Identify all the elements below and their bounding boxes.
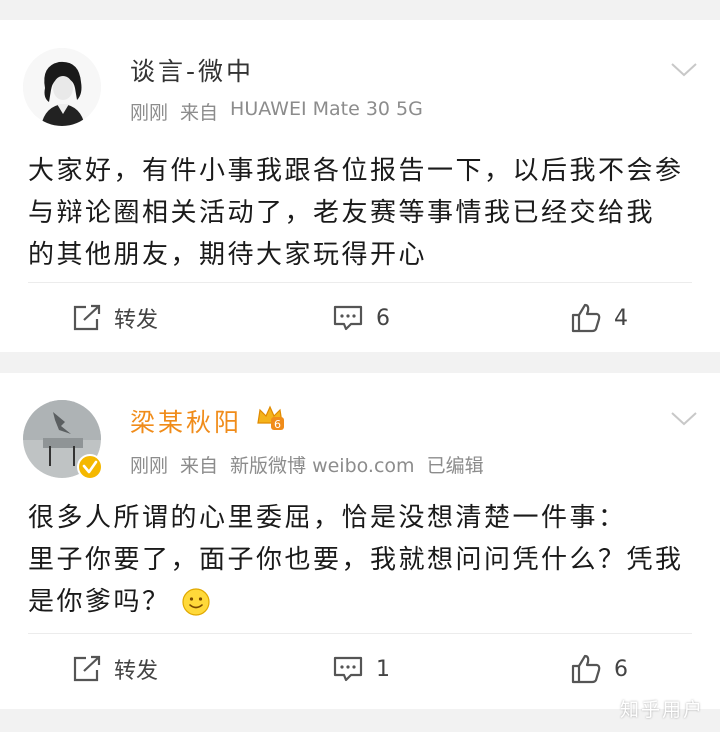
post-text: 大家好，有件小事我跟各位报告一下，以后我不会参 与辩论圈相关活动了，老友赛等事情… [28,150,688,276]
post-meta: 刚刚 来自 HUAWEI Mate 30 5G [130,98,423,125]
like-count: 4 [614,305,628,331]
source-prefix: 来自 [180,455,219,477]
chevron-down-icon[interactable] [670,62,698,78]
comment-icon [333,656,363,682]
verified-badge-icon [77,454,103,480]
source-prefix: 来自 [180,102,219,124]
comment-icon [333,305,363,331]
weibo-post-card: 谈言-微中 刚刚 来自 HUAWEI Mate 30 5G 大家好，有件小事我跟… [0,20,720,352]
post-source: 新版微博 weibo.com [230,455,415,477]
thumbs-up-icon [571,654,601,684]
username[interactable]: 谈言-微中 [130,52,254,88]
avatar[interactable] [23,48,101,126]
repost-label: 转发 [114,659,159,684]
post-source: HUAWEI Mate 30 5G [230,98,423,120]
post-text-line: 很多人所谓的心里委屈，恰是没想清楚一件事： [28,503,627,533]
repost-label: 转发 [114,308,159,333]
like-button[interactable]: 4 [570,298,628,338]
repost-button[interactable]: 转发 [72,298,158,338]
chevron-down-icon[interactable] [670,411,698,427]
post-text-line: 与辩论圈相关活动了，老友赛等事情我已经交给我 [28,198,656,228]
post-text-line: 里子你要了，面子你也要，我就想问问凭什么？凭我 [28,545,684,575]
share-icon [73,304,101,331]
like-count: 6 [614,656,628,682]
divider [28,282,692,283]
edited-label: 已编辑 [426,455,484,477]
like-button[interactable]: 6 [570,649,628,689]
watermark: 知乎用户 [619,699,704,721]
comment-button[interactable]: 1 [332,649,390,689]
post-text-line: 是你爹吗？ [28,587,171,617]
post-meta: 刚刚 来自 新版微博 weibo.com 已编辑 [130,451,484,478]
comment-count: 1 [376,656,390,682]
comment-button[interactable]: 6 [332,298,390,338]
post-text-line: 大家好，有件小事我跟各位报告一下，以后我不会参 [28,156,684,186]
username[interactable]: 梁某秋阳 [130,403,242,439]
post-text-line-wrap: 是你爹吗？ [28,581,688,623]
share-icon [73,655,101,682]
vip-crown-icon[interactable]: 6 [255,403,285,431]
post-time: 刚刚 [130,102,169,124]
post-text-line: 的其他朋友，期待大家玩得开心 [28,240,428,270]
comment-count: 6 [376,305,390,331]
repost-button[interactable]: 转发 [72,649,158,689]
post-time: 刚刚 [130,455,169,477]
divider [28,633,692,634]
weibo-post-card: 梁某秋阳 6 刚刚 来自 新版微博 weibo.com 已编辑 很多人所谓的心里… [0,373,720,709]
post-text: 很多人所谓的心里委屈，恰是没想清楚一件事： 里子你要了，面子你也要，我就想问问凭… [28,497,688,623]
vip-level: 6 [274,418,281,431]
thumbs-up-icon [571,303,601,333]
smile-emoji-icon [181,588,210,616]
